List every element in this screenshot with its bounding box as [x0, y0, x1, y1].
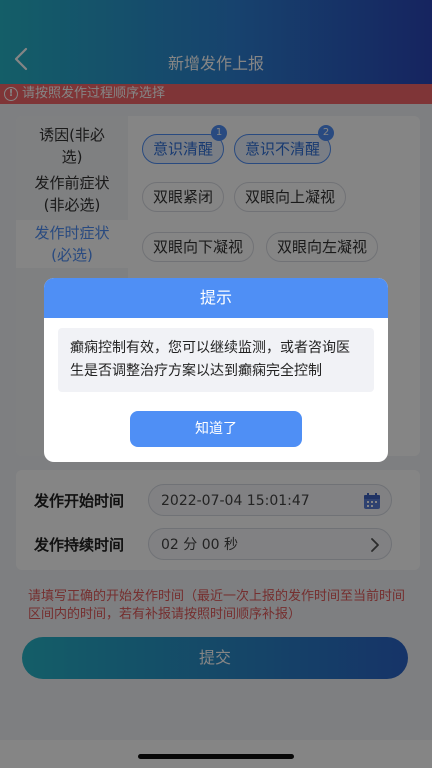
dialog-confirm-button[interactable]: 知道了	[130, 411, 302, 447]
alert-dialog: 提示 癫痫控制有效，您可以继续监测，或者咨询医生是否调整治疗方案以达到癫痫完全控…	[44, 278, 388, 462]
dialog-message: 癫痫控制有效，您可以继续监测，或者咨询医生是否调整治疗方案以达到癫痫完全控制	[58, 328, 374, 392]
dialog-title: 提示	[44, 278, 388, 318]
